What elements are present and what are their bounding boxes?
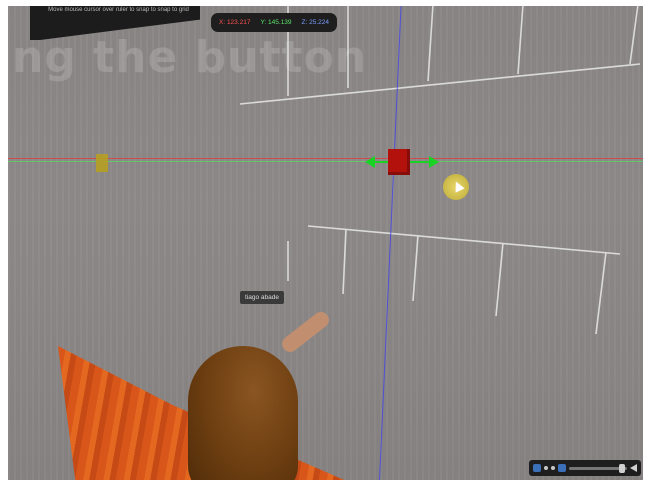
play-icon[interactable] <box>544 466 548 470</box>
avatar[interactable] <box>188 346 298 480</box>
volume-slider[interactable] <box>569 463 627 473</box>
move-right-handle-icon[interactable] <box>429 156 439 168</box>
3d-viewport[interactable]: ng the button Move mouse cursor over rul… <box>8 6 643 480</box>
media-icon[interactable] <box>558 464 566 472</box>
distant-prim[interactable] <box>96 154 108 172</box>
stop-icon[interactable] <box>551 466 555 470</box>
media-toolbar <box>529 460 641 476</box>
y-coordinate: Y: 145.139 <box>260 19 292 26</box>
drag-handle-stem-right <box>410 161 430 163</box>
avatar-name-tag: tiago abade <box>240 291 284 304</box>
drag-handle-stem-left <box>374 161 388 163</box>
hint-text: Move mouse cursor over ruler to snap to … <box>48 7 189 13</box>
coordinate-readout: X: 123.217 Y: 145.139 Z: 25.224 <box>211 13 338 32</box>
z-coordinate: Z: 25.224 <box>301 19 330 26</box>
media-icon[interactable] <box>533 464 541 472</box>
volume-icon[interactable] <box>630 464 637 472</box>
selected-prim-cube[interactable] <box>388 149 410 175</box>
watermark-text: ng the button <box>12 32 368 83</box>
x-coordinate: X: 123.217 <box>219 19 251 26</box>
move-left-handle-icon[interactable] <box>365 156 375 168</box>
